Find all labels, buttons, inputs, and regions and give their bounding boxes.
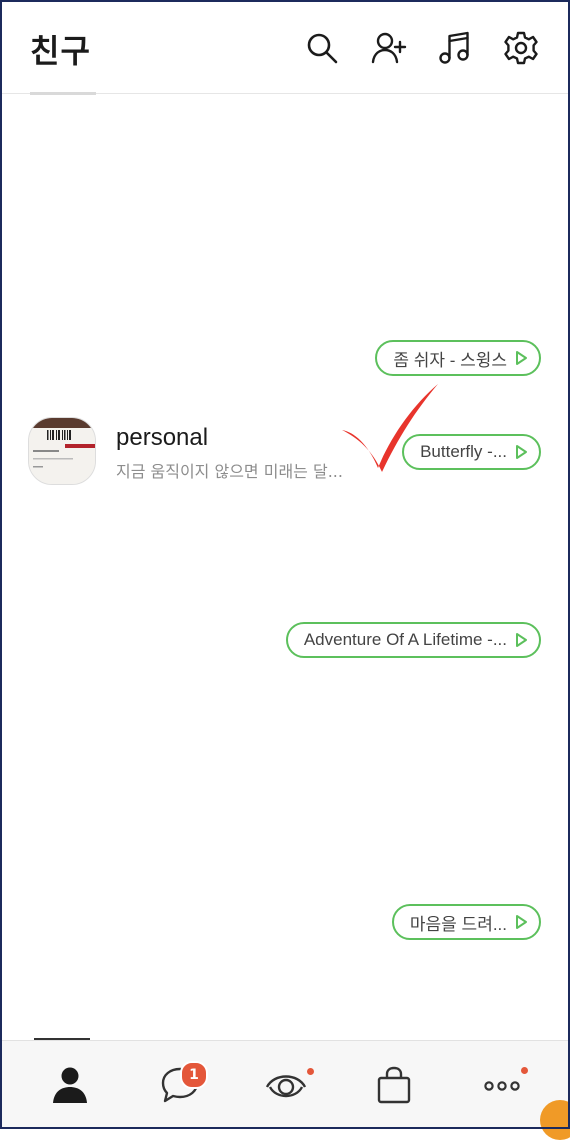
floating-shortcut-icon[interactable] bbox=[540, 1100, 570, 1140]
music-title: 좀 쉬자 - 스윙스 bbox=[393, 350, 507, 370]
friend-list-item[interactable]: personal 지금 움직이지 않으면 미래는 달... bbox=[28, 410, 548, 490]
friends-tab-person-icon[interactable] bbox=[48, 1063, 92, 1107]
play-icon bbox=[516, 351, 527, 365]
friend-name: personal bbox=[116, 424, 209, 451]
add-friend-icon[interactable] bbox=[370, 29, 408, 67]
view-tab-eye-icon[interactable] bbox=[264, 1063, 308, 1107]
scroll-fragment bbox=[30, 92, 96, 95]
status-message: 지금 움직이지 않으면 미래는 달... bbox=[116, 462, 343, 481]
page-title: 친구 bbox=[30, 32, 91, 70]
profile-music-button[interactable]: Adventure Of A Lifetime -... bbox=[285, 622, 541, 658]
top-bar: 친구 bbox=[2, 2, 568, 94]
new-dot bbox=[307, 1068, 314, 1075]
search-icon[interactable] bbox=[303, 29, 341, 67]
unread-badge: 1 bbox=[180, 1061, 208, 1089]
new-dot bbox=[521, 1067, 528, 1074]
bottom-tab-bar: 1 bbox=[2, 1040, 568, 1128]
play-icon bbox=[516, 915, 527, 929]
more-tab-more-dots-icon[interactable] bbox=[480, 1063, 524, 1107]
shopping-tab-bag-icon[interactable] bbox=[372, 1063, 416, 1107]
settings-gear-icon[interactable] bbox=[502, 29, 540, 67]
profile-music-button[interactable]: 마음을 드려... bbox=[391, 904, 541, 940]
music-note-icon[interactable] bbox=[436, 29, 474, 67]
screenshot-frame bbox=[0, 0, 570, 1129]
avatar[interactable] bbox=[28, 417, 96, 485]
profile-music-button[interactable]: 좀 쉬자 - 스윙스 bbox=[375, 340, 541, 376]
music-title: 마음을 드려... bbox=[409, 914, 507, 934]
music-title: Adventure Of A Lifetime -... bbox=[303, 630, 507, 649]
play-icon bbox=[516, 633, 527, 647]
